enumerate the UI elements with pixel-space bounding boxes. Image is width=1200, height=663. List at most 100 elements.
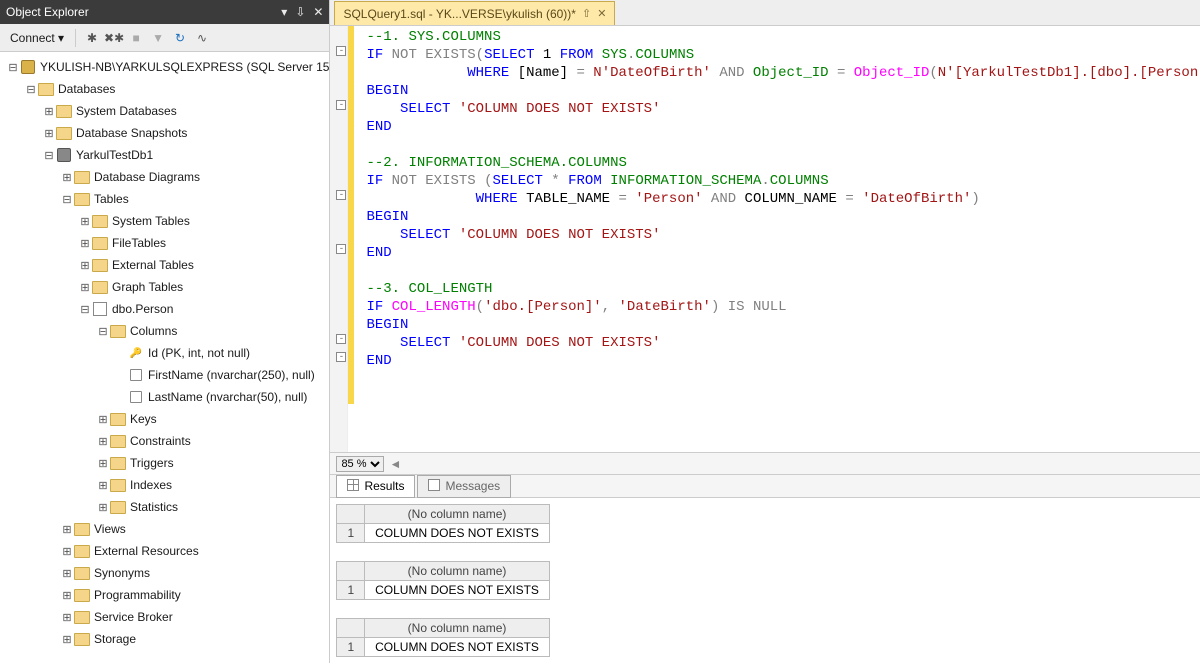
folder-icon [56,125,72,141]
outline-toggle-icon[interactable]: - [336,352,346,362]
refresh-icon[interactable]: ↻ [171,29,189,47]
folder-icon [74,609,90,625]
sql-code[interactable]: --1. SYS.COLUMNS IF NOT EXISTS(SELECT 1 … [330,26,1200,372]
folder-icon [110,323,126,339]
window-position-icon[interactable]: ▾ [281,5,287,19]
tree-external-resources[interactable]: ⊞External Resources [0,540,329,562]
grid-rownum[interactable]: 1 [337,638,365,657]
folder-icon [74,191,90,207]
tree-external-tables[interactable]: ⊞External Tables [0,254,329,276]
folder-icon [74,169,90,185]
activity-icon[interactable]: ∿ [193,29,211,47]
grid-header[interactable]: (No column name) [365,562,550,581]
tree-graph-tables[interactable]: ⊞Graph Tables [0,276,329,298]
tree-columns[interactable]: ⊟Columns [0,320,329,342]
table-icon [92,301,108,317]
folder-icon [110,477,126,493]
grid-cell[interactable]: COLUMN DOES NOT EXISTS [365,581,550,600]
tree-triggers[interactable]: ⊞Triggers [0,452,329,474]
tree-database-snapshots[interactable]: ⊞Database Snapshots [0,122,329,144]
change-marker [348,26,354,404]
result-tabs: Results Messages [330,474,1200,498]
sql-editor[interactable]: - - - - - - --1. SYS.COLUMNS IF NOT EXIS… [330,26,1200,452]
tree-storage[interactable]: ⊞Storage [0,628,329,650]
tab-results[interactable]: Results [336,475,415,498]
tree-col-firstname[interactable]: ·FirstName (nvarchar(250), null) [0,364,329,386]
editor-panel: SQLQuery1.sql - YK...VERSE\ykulish (60))… [330,0,1200,663]
object-explorer-title: Object Explorer [6,5,273,19]
stop-icon[interactable]: ■ [127,29,145,47]
tree-system-databases[interactable]: ⊞System Databases [0,100,329,122]
result-grid-1[interactable]: (No column name) 1COLUMN DOES NOT EXISTS [336,504,1200,543]
tree-filetables[interactable]: ⊞FileTables [0,232,329,254]
grid-cell[interactable]: COLUMN DOES NOT EXISTS [365,524,550,543]
folder-icon [74,565,90,581]
tree-statistics[interactable]: ⊞Statistics [0,496,329,518]
tree-views[interactable]: ⊞Views [0,518,329,540]
grid-icon [347,479,359,494]
tab-title: SQLQuery1.sql - YK...VERSE\ykulish (60))… [343,7,576,21]
close-icon[interactable]: ✕ [313,5,323,19]
connect-button[interactable]: Connect ▾ [6,29,68,47]
result-grid-3[interactable]: (No column name) 1COLUMN DOES NOT EXISTS [336,618,1200,657]
tree-col-id[interactable]: ·Id (PK, int, not null) [0,342,329,364]
tab-sqlquery1[interactable]: SQLQuery1.sql - YK...VERSE\ykulish (60))… [334,1,615,25]
tree-database-diagrams[interactable]: ⊞Database Diagrams [0,166,329,188]
disconnect-all-icon[interactable]: ✖✱ [105,29,123,47]
tab-messages[interactable]: Messages [417,475,511,498]
pin-icon[interactable]: ⇧ [582,7,591,20]
outline-toggle-icon[interactable]: - [336,244,346,254]
disconnect-icon[interactable]: ✱ [83,29,101,47]
folder-icon [56,103,72,119]
grid-corner[interactable] [337,505,365,524]
grid-header[interactable]: (No column name) [365,619,550,638]
object-explorer-header: Object Explorer ▾ ⇩ ✕ [0,0,329,24]
folder-icon [74,587,90,603]
messages-icon [428,479,440,494]
folder-icon [92,235,108,251]
outline-toggle-icon[interactable]: - [336,100,346,110]
grid-corner[interactable] [337,562,365,581]
object-explorer-toolbar: Connect ▾ ✱ ✖✱ ■ ▼ ↻ ∿ [0,24,329,52]
result-grid-2[interactable]: (No column name) 1COLUMN DOES NOT EXISTS [336,561,1200,600]
tree-synonyms[interactable]: ⊞Synonyms [0,562,329,584]
outline-toggle-icon[interactable]: - [336,334,346,344]
tree-server[interactable]: ⊟YKULISH-NB\YARKULSQLEXPRESS (SQL Server… [0,56,329,78]
tree-yarkultestdb1[interactable]: ⊟YarkulTestDb1 [0,144,329,166]
column-icon [128,367,144,383]
editor-gutter [330,26,348,452]
tree-col-lastname[interactable]: ·LastName (nvarchar(50), null) [0,386,329,408]
tree-databases[interactable]: ⊟Databases [0,78,329,100]
tree-indexes[interactable]: ⊞Indexes [0,474,329,496]
zoom-bar: 85 % ◄ [330,452,1200,474]
filter-icon[interactable]: ▼ [149,29,167,47]
grid-header[interactable]: (No column name) [365,505,550,524]
tree-system-tables[interactable]: ⊞System Tables [0,210,329,232]
server-icon [20,59,36,75]
folder-icon [92,257,108,273]
grid-cell[interactable]: COLUMN DOES NOT EXISTS [365,638,550,657]
pin-icon[interactable]: ⇩ [295,5,305,19]
grid-rownum[interactable]: 1 [337,524,365,543]
scroll-left-icon[interactable]: ◄ [388,457,402,471]
tree-dbo-person[interactable]: ⊟dbo.Person [0,298,329,320]
tree-tables[interactable]: ⊟Tables [0,188,329,210]
folder-icon [110,455,126,471]
tree-keys[interactable]: ⊞Keys [0,408,329,430]
folder-icon [74,543,90,559]
outline-toggle-icon[interactable]: - [336,190,346,200]
folder-icon [110,433,126,449]
grid-corner[interactable] [337,619,365,638]
tree-service-broker[interactable]: ⊞Service Broker [0,606,329,628]
close-icon[interactable]: ✕ [597,7,606,20]
grid-rownum[interactable]: 1 [337,581,365,600]
folder-icon [92,279,108,295]
object-explorer-tree[interactable]: ⊟YKULISH-NB\YARKULSQLEXPRESS (SQL Server… [0,52,329,663]
results-area[interactable]: (No column name) 1COLUMN DOES NOT EXISTS… [330,498,1200,663]
tree-constraints[interactable]: ⊞Constraints [0,430,329,452]
key-icon [128,345,144,361]
folder-icon [110,411,126,427]
outline-toggle-icon[interactable]: - [336,46,346,56]
tree-programmability[interactable]: ⊞Programmability [0,584,329,606]
zoom-select[interactable]: 85 % [336,456,384,472]
